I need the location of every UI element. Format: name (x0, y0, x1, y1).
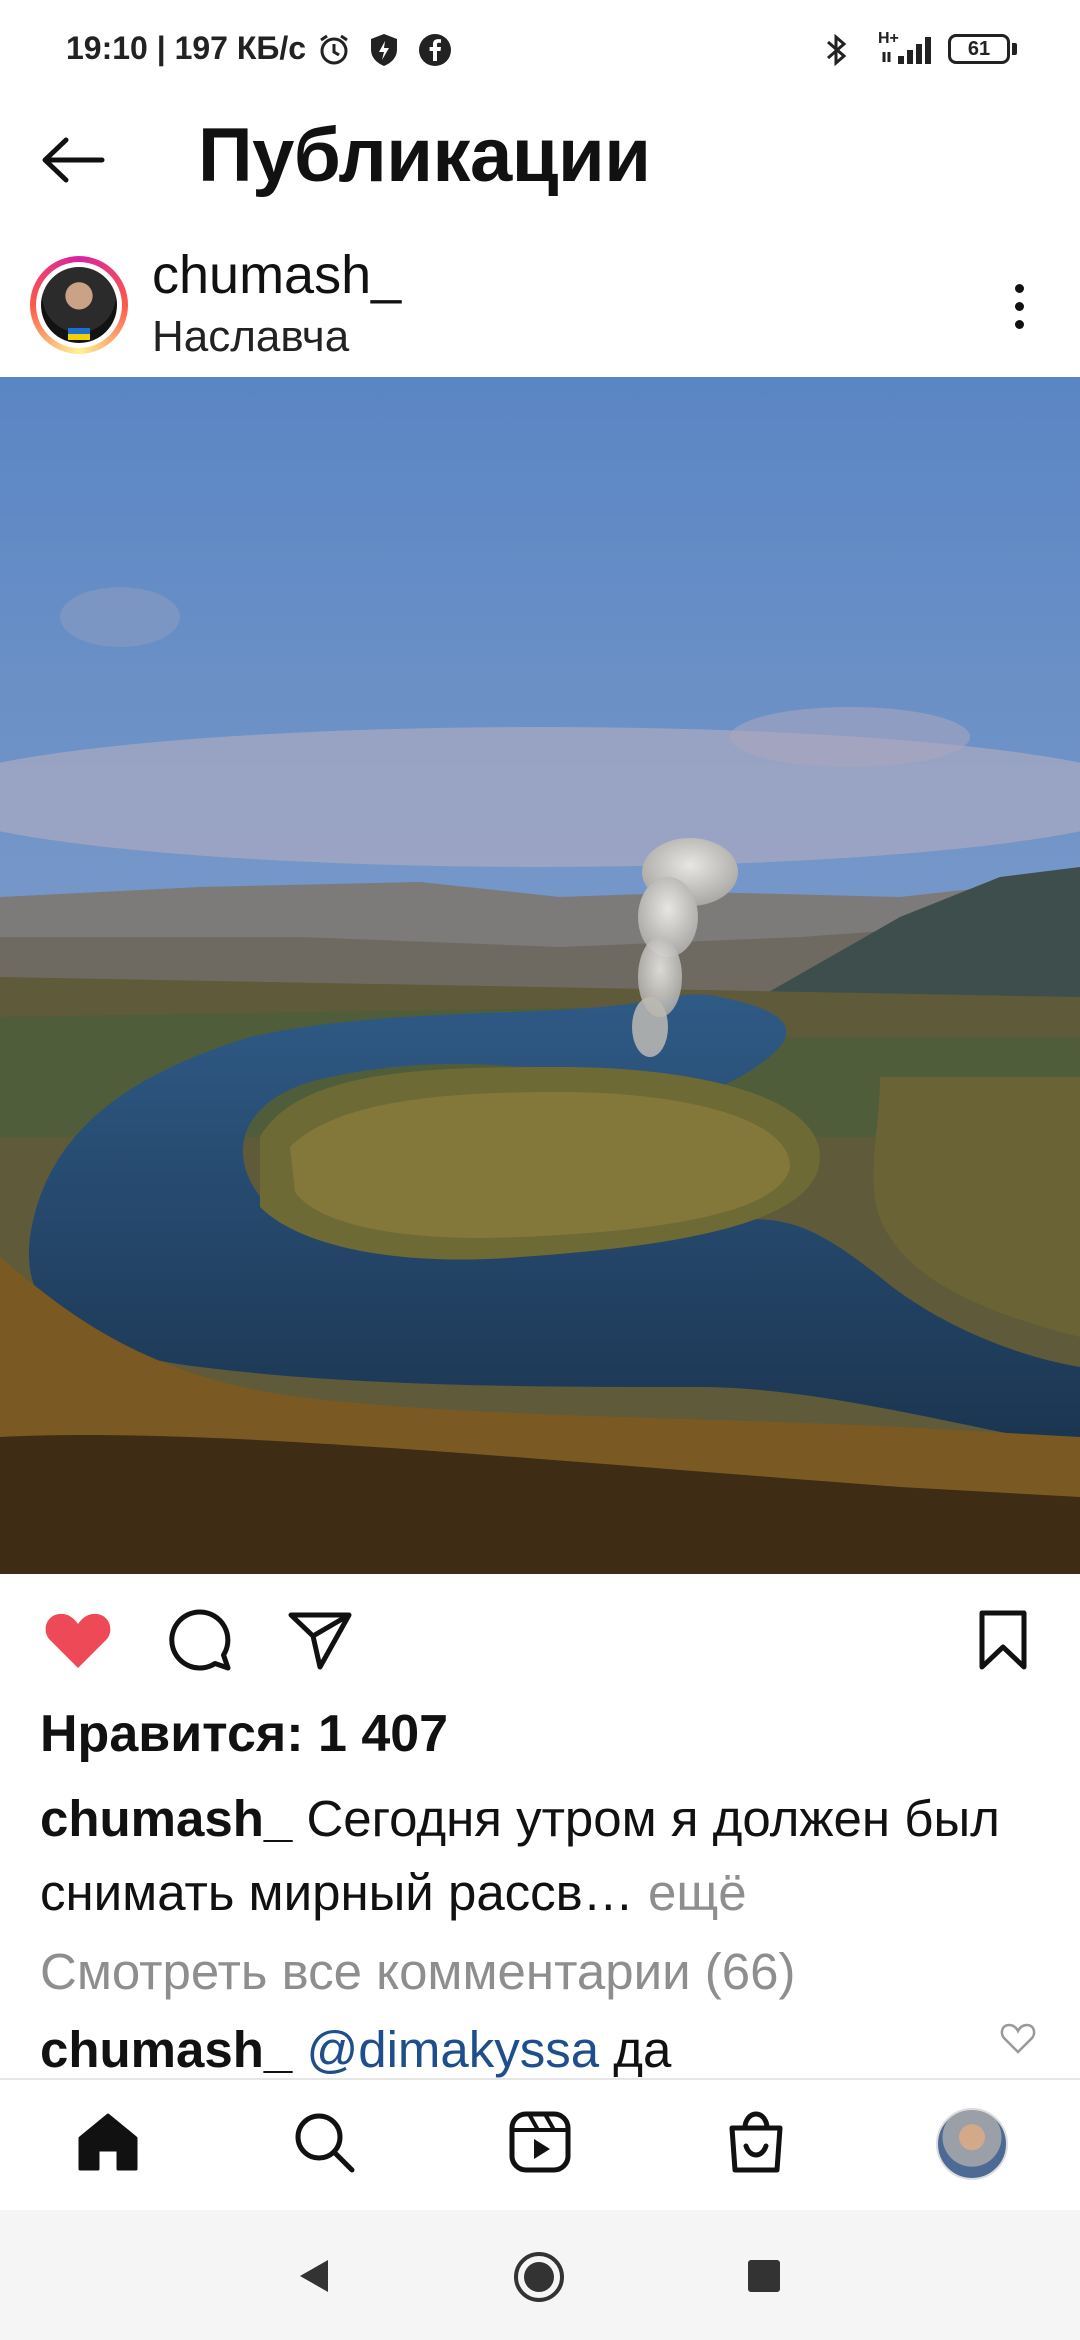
shield-icon (368, 28, 400, 72)
nav-shop[interactable] (716, 2102, 796, 2182)
ukraine-flag-icon (68, 328, 90, 340)
alarm-icon (316, 28, 352, 72)
view-all-comments-link[interactable]: Смотреть все комментарии (66) (40, 1942, 795, 2001)
caption: chumash_ Сегодня утром я должен был сним… (40, 1782, 1040, 1930)
comment-icon (169, 1609, 231, 1671)
back-button[interactable] (38, 128, 118, 192)
save-button[interactable] (963, 1600, 1043, 1680)
battery-nub (1012, 43, 1017, 55)
circle-home-icon[interactable] (512, 2250, 566, 2304)
send-icon (288, 1612, 352, 1670)
post-username[interactable]: chumash_ (152, 244, 401, 306)
battery-indicator: 61 (948, 34, 1010, 64)
nav-profile[interactable] (936, 2108, 1008, 2180)
nav-search[interactable] (284, 2102, 364, 2182)
comment-like-icon[interactable] (1000, 2022, 1036, 2056)
page-title: Публикации (198, 113, 651, 198)
shop-icon (729, 2111, 783, 2173)
share-button[interactable] (280, 1600, 360, 1680)
nav-home[interactable] (68, 2102, 148, 2182)
comment-button[interactable] (160, 1600, 240, 1680)
home-icon (78, 2113, 138, 2171)
comment-preview: chumash_ @dimakyssa да (40, 2020, 671, 2079)
comment-username[interactable]: chumash_ (40, 2021, 292, 2078)
facebook-icon (418, 28, 452, 72)
post-location[interactable]: Наславча (152, 312, 349, 362)
bookmark-icon (979, 1610, 1027, 1670)
post-photo[interactable] (0, 377, 1080, 1574)
likes-count[interactable]: Нравится: 1 407 (40, 1704, 448, 1764)
comment-mention[interactable]: @dimakyssa (306, 2021, 599, 2078)
signal-icon (880, 28, 936, 72)
more-dot (1015, 302, 1024, 311)
triangle-back-icon[interactable] (296, 2256, 332, 2296)
comment-text: да (613, 2021, 672, 2078)
square-recents-icon[interactable] (746, 2258, 782, 2294)
search-icon (295, 2113, 355, 2173)
reels-icon (509, 2111, 571, 2173)
arrow-left-icon (42, 137, 105, 183)
like-button[interactable] (38, 1600, 118, 1680)
heart-filled-icon (45, 1613, 111, 1668)
caption-more-link[interactable]: ещё (648, 1864, 747, 1921)
more-options-button[interactable] (1000, 276, 1040, 336)
nav-reels[interactable] (500, 2102, 580, 2182)
more-dot (1015, 284, 1024, 293)
bluetooth-icon (822, 28, 850, 72)
status-time-speed: 19:10 | 197 КБ/с (66, 30, 307, 66)
caption-username[interactable]: chumash_ (40, 1790, 292, 1847)
more-dot (1015, 320, 1024, 329)
status-bar: 19:10 | 197 КБ/с H+ 61 (0, 0, 1080, 100)
